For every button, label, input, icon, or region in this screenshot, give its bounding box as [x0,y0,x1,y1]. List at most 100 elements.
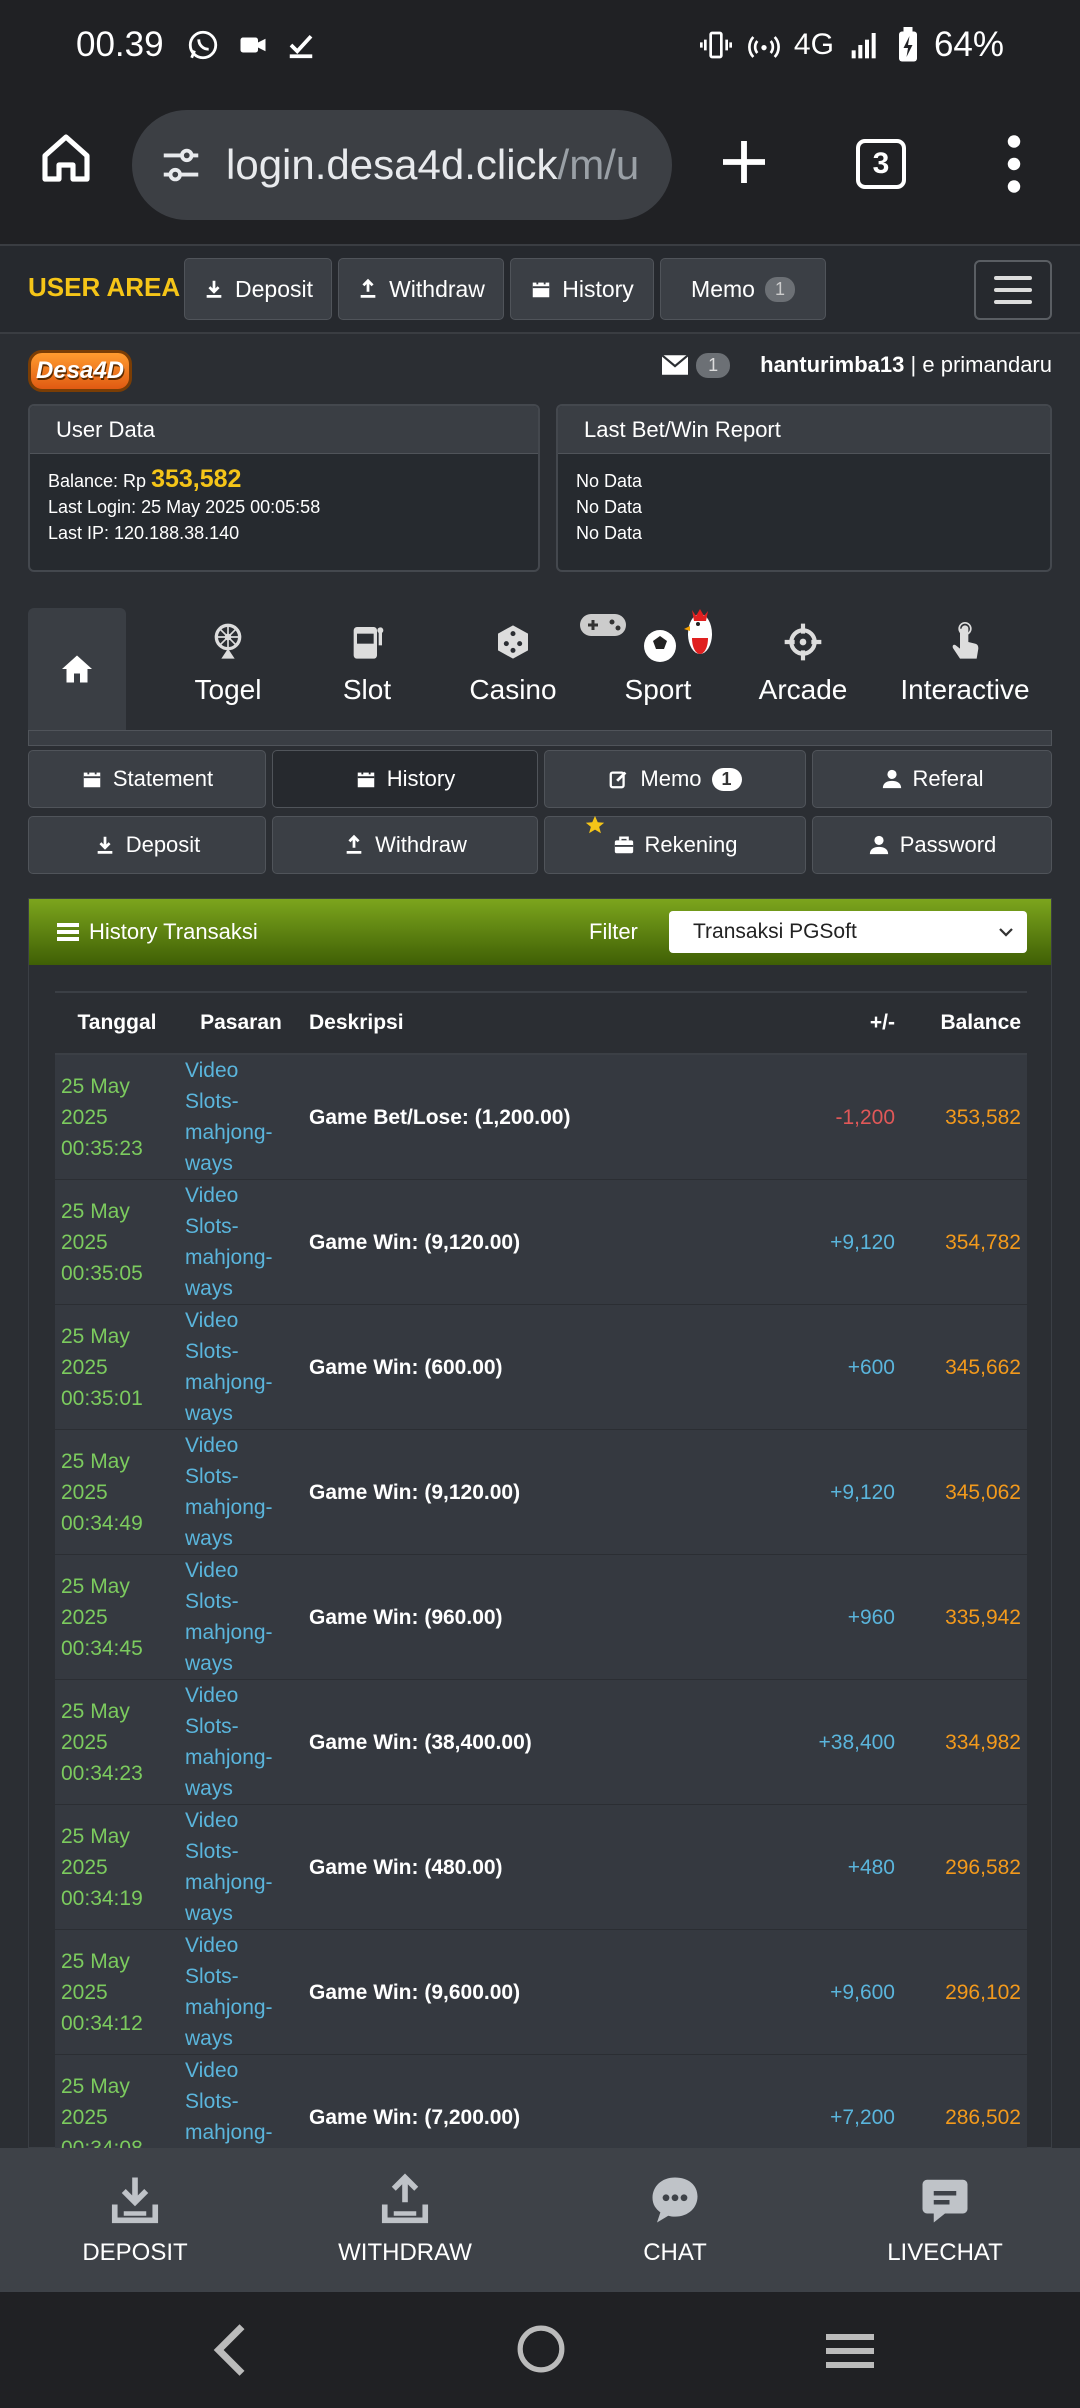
cell-balance: 353,582 [901,1054,1027,1180]
site-settings-icon[interactable] [158,142,204,188]
cell-market[interactable]: Video Slots-mahjong-ways [179,1304,303,1430]
report-line: No Data [576,523,643,543]
category-slot[interactable]: Slot [302,608,432,730]
cell-market[interactable]: Video Slots-mahjong-ways [179,1679,303,1805]
history-header: History Transaksi Filter Transaksi PGSof… [29,899,1051,965]
table-header-row: Tanggal Pasaran Deskripsi +/- Balance [55,991,1027,1055]
calendar-icon [357,770,375,788]
report-line: No Data [576,497,643,517]
user-info: 1 hanturimba13 | e primandaru [662,352,1052,378]
category-togel[interactable]: Togel [158,608,298,730]
history-title: History Transaksi [89,919,258,944]
status-bar: 00.39 4G 64% [0,0,1080,90]
mail-icon[interactable] [662,355,689,375]
chevron-down-icon [999,928,1013,937]
withdraw-icon [346,834,362,854]
top-withdraw-button[interactable]: Withdraw [338,258,504,320]
category-home[interactable] [28,608,126,730]
cell-date: 25 May 2025 00:35:23 [55,1054,179,1180]
top-history-button[interactable]: History [510,258,654,320]
bottom-livechat-button[interactable]: LIVECHAT [810,2148,1080,2292]
site-logo[interactable]: Desa4D [28,350,132,392]
home-icon [62,655,92,683]
user-data-title: User Data [30,406,538,454]
table-row: 25 May 2025 00:34:23 Video Slots-mahjong-wa… [55,1679,1027,1805]
signal-icon [851,33,876,59]
filter-select[interactable]: Transaksi PGSoft [669,911,1027,953]
gamepad-icon [580,614,626,636]
category-underline [28,730,1052,746]
cell-market[interactable]: Video Slots-mahjong-ways [179,1554,303,1680]
submenu-withdraw[interactable]: Withdraw [272,816,538,874]
last-bet-report-panel: Last Bet/Win Report No Data No Data No D… [556,404,1052,572]
cell-market[interactable]: Video Slots-mahjong-ways [179,1054,303,1180]
sport-icons [580,609,712,662]
cell-date: 25 May 2025 00:34:19 [55,1804,179,1930]
balance-amount: 353,582 [151,465,242,493]
user-area-bar: USER AREA Deposit Withdraw History Memo … [0,244,1080,334]
submenu-memo[interactable]: Memo 1 [544,750,806,808]
username: hanturimba13 [760,352,905,377]
submenu-referal[interactable]: Referal [812,750,1052,808]
cell-market[interactable]: Video Slots-mahjong-ways [179,1429,303,1555]
video-camera-icon [240,37,266,53]
more-options-icon[interactable] [1000,134,1028,194]
top-memo-button[interactable]: Memo 1 [660,258,826,320]
cell-date: 25 May 2025 00:35:05 [55,1179,179,1305]
back-icon[interactable] [208,2322,248,2378]
bottom-withdraw-button[interactable]: WITHDRAW [270,2148,540,2292]
cell-delta: -1,200 [805,1054,901,1180]
category-sport[interactable]: Sport [578,608,738,730]
cell-delta: +960 [805,1554,901,1680]
star-icon [585,815,605,834]
cell-market[interactable]: Video Slots-mahjong-ways [179,1179,303,1305]
memo-badge: 1 [711,767,742,791]
crosshair-icon [784,623,822,661]
col-balance: Balance [901,991,1027,1055]
vibrate-icon [699,31,732,59]
cell-delta: +9,600 [805,1929,901,2055]
bottom-chat-button[interactable]: CHAT [540,2148,810,2292]
category-interactive[interactable]: Interactive [878,608,1052,730]
rooster-icon [684,609,712,654]
home-icon[interactable] [38,130,94,186]
submenu-password[interactable]: Password [812,816,1052,874]
cell-market[interactable]: Video Slots-mahjong-ways [179,1929,303,2055]
cell-delta: +9,120 [805,1179,901,1305]
top-deposit-button[interactable]: Deposit [184,258,332,320]
url-path: /m/u [557,141,640,188]
cell-delta: +600 [805,1304,901,1430]
submenu-history[interactable]: History [272,750,538,808]
submenu-deposit[interactable]: Deposit [28,816,266,874]
cell-balance: 334,982 [901,1679,1027,1805]
col-deskripsi: Deskripsi [303,991,805,1055]
bottom-deposit-button[interactable]: DEPOSIT [0,2148,270,2292]
col-tanggal: Tanggal [55,991,179,1055]
cell-balance: 345,662 [901,1304,1027,1430]
cell-market[interactable]: Video Slots-mahjong-ways [179,1804,303,1930]
recent-apps-icon[interactable] [824,2332,876,2370]
tab-switcher-button[interactable]: 3 [856,139,906,189]
bottom-action-bar: DEPOSIT WITHDRAW CHAT LIVECHAT [0,2148,1080,2292]
table-row: 25 May 2025 00:35:23 Video Slots-mahjong-wa… [55,1054,1027,1180]
cell-description: Game Win: (480.00) [303,1804,805,1930]
home-circle-icon[interactable] [516,2324,566,2374]
cell-delta: +9,120 [805,1429,901,1555]
col-pasaran: Pasaran [179,991,303,1055]
new-tab-icon[interactable] [716,134,772,190]
dice-icon [498,625,528,659]
category-casino[interactable]: Casino [438,608,588,730]
cell-date: 25 May 2025 00:34:45 [55,1554,179,1680]
user-data-panel: User Data Balance: Rp 353,582 Last Login… [28,404,540,572]
user-icon [882,769,901,789]
submenu-statement[interactable]: Statement [28,750,266,808]
report-line: No Data [576,471,643,491]
menu-toggle-button[interactable] [974,260,1052,320]
user-icon [869,835,888,855]
cell-balance: 296,582 [901,1804,1027,1930]
address-bar[interactable]: login.desa4d.click/m/u [132,110,672,220]
user-area-title: USER AREA [28,272,181,302]
category-arcade[interactable]: Arcade [728,608,878,730]
check-download-icon [289,34,312,59]
last-ip: Last IP: 120.188.38.140 [48,523,240,543]
